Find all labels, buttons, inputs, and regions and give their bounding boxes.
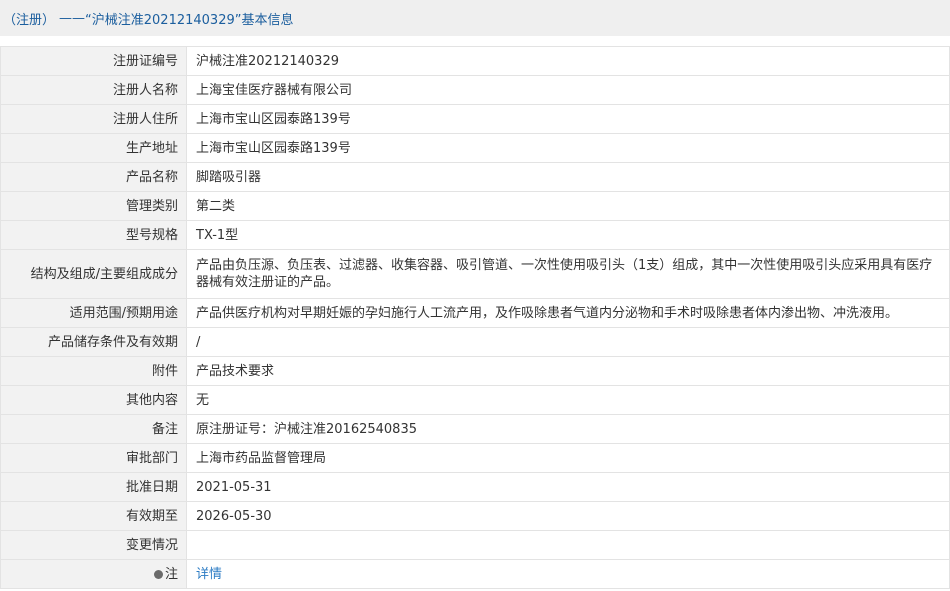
row-value: 上海市宝山区园泰路139号: [186, 133, 950, 163]
note-label-cell: 注: [0, 559, 187, 589]
row-label: 有效期至: [0, 501, 187, 531]
row-label: 附件: [0, 356, 187, 386]
table-row: 其他内容 无: [0, 385, 950, 415]
row-label: 管理类别: [0, 191, 187, 221]
table-row: 有效期至 2026-05-30: [0, 501, 950, 531]
pin-icon: [153, 569, 163, 579]
row-value: 第二类: [186, 191, 950, 221]
table-row: 变更情况: [0, 530, 950, 560]
table-row: 审批部门 上海市药品监督管理局: [0, 443, 950, 473]
row-label: 注册证编号: [0, 46, 187, 76]
note-label: 注: [164, 566, 178, 582]
row-label: 产品储存条件及有效期: [0, 327, 187, 357]
table-row: 批准日期 2021-05-31: [0, 472, 950, 502]
table-row: 产品储存条件及有效期 /: [0, 327, 950, 357]
row-value: [186, 530, 950, 560]
info-table: 注册证编号 沪械注准20212140329 注册人名称 上海宝佳医疗器械有限公司…: [0, 46, 950, 589]
row-value: TX-1型: [186, 220, 950, 250]
table-row: 附件 产品技术要求: [0, 356, 950, 386]
table-row: 结构及组成/主要组成成分 产品由负压源、负压表、过滤器、收集容器、吸引管道、一次…: [0, 249, 950, 299]
details-link[interactable]: 详情: [196, 567, 222, 582]
row-label: 注册人名称: [0, 75, 187, 105]
row-label: 型号规格: [0, 220, 187, 250]
note-value-cell: 详情: [186, 559, 950, 589]
row-label: 备注: [0, 414, 187, 444]
row-value: 2026-05-30: [186, 501, 950, 531]
table-row: 注册证编号 沪械注准20212140329: [0, 46, 950, 76]
page-header: （注册） —— “沪械注准20212140329”基本信息: [0, 0, 950, 36]
row-value: 2021-05-31: [186, 472, 950, 502]
row-value: 产品技术要求: [186, 356, 950, 386]
table-row: 生产地址 上海市宝山区园泰路139号: [0, 133, 950, 163]
row-label: 批准日期: [0, 472, 187, 502]
row-label: 审批部门: [0, 443, 187, 473]
row-value: 上海市药品监督管理局: [186, 443, 950, 473]
row-value: 上海市宝山区园泰路139号: [186, 104, 950, 134]
note-row: 注 详情: [0, 559, 950, 589]
row-value: 上海宝佳医疗器械有限公司: [186, 75, 950, 105]
table-row: 型号规格 TX-1型: [0, 220, 950, 250]
row-value: 脚踏吸引器: [186, 162, 950, 192]
row-value: 无: [186, 385, 950, 415]
row-value: 产品供医疗机构对早期妊娠的孕妇施行人工流产用，及作吸除患者气道内分泌物和手术时吸…: [186, 298, 950, 328]
row-label: 适用范围/预期用途: [0, 298, 187, 328]
row-value: 沪械注准20212140329: [186, 46, 950, 76]
table-row: 注册人名称 上海宝佳医疗器械有限公司: [0, 75, 950, 105]
row-label: 其他内容: [0, 385, 187, 415]
row-value: /: [186, 327, 950, 357]
header-dash: ——: [59, 10, 86, 26]
table-row: 备注 原注册证号：沪械注准20162540835: [0, 414, 950, 444]
table-row: 注册人住所 上海市宝山区园泰路139号: [0, 104, 950, 134]
table-row: 产品名称 脚踏吸引器: [0, 162, 950, 192]
table-row: 管理类别 第二类: [0, 191, 950, 221]
row-label: 生产地址: [0, 133, 187, 163]
row-value: 原注册证号：沪械注准20162540835: [186, 414, 950, 444]
row-label: 产品名称: [0, 162, 187, 192]
row-label: 注册人住所: [0, 104, 187, 134]
page-title: “沪械注准20212140329”基本信息: [85, 12, 294, 28]
row-value: 产品由负压源、负压表、过滤器、收集容器、吸引管道、一次性使用吸引头（1支）组成，…: [186, 249, 950, 299]
header-prefix: （注册）: [3, 12, 56, 28]
row-label: 结构及组成/主要组成成分: [0, 249, 187, 299]
row-label: 变更情况: [0, 530, 187, 560]
table-row: 适用范围/预期用途 产品供医疗机构对早期妊娠的孕妇施行人工流产用，及作吸除患者气…: [0, 298, 950, 328]
